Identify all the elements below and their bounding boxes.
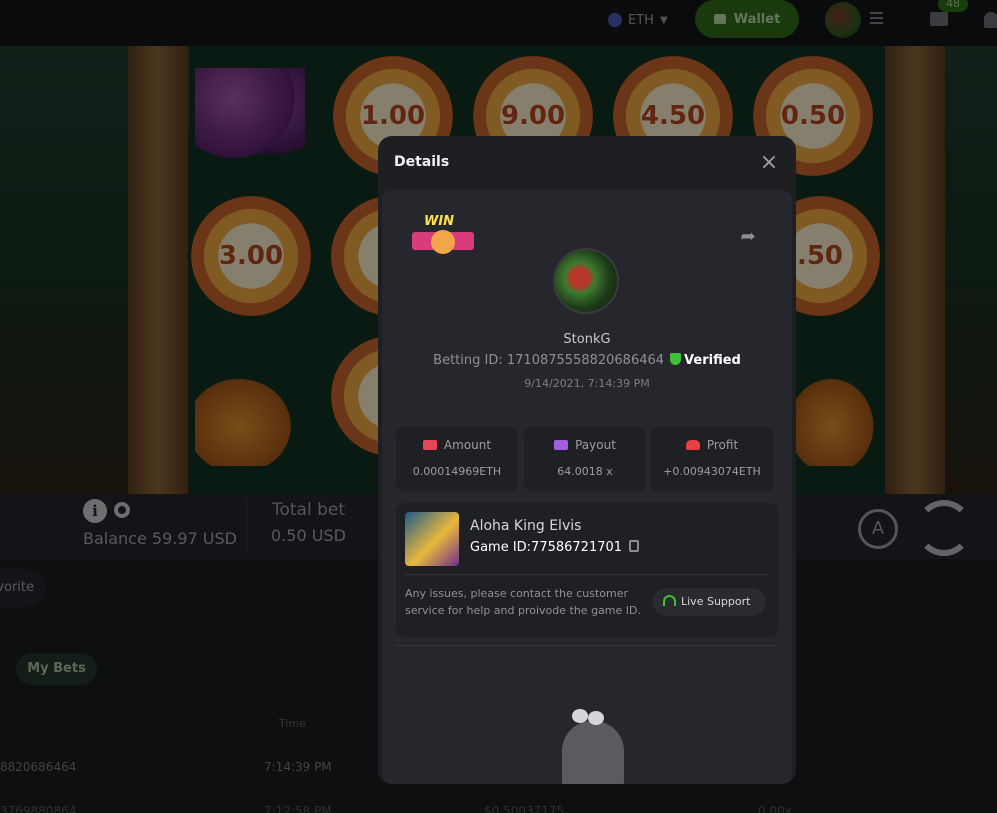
game-id: Game ID:77586721701 bbox=[470, 540, 623, 555]
bet-details-modal: Details × WIN ➦ StonkG Betting ID: 17108… bbox=[378, 136, 796, 784]
mascot-body bbox=[562, 721, 624, 784]
share-icon[interactable]: ➦ bbox=[736, 226, 760, 247]
shield-check-icon bbox=[670, 353, 682, 365]
modal-title: Details bbox=[394, 154, 450, 170]
win-badge: WIN bbox=[410, 214, 476, 264]
star-icon bbox=[431, 230, 455, 254]
amount-value: 0.00014969ETH bbox=[412, 465, 502, 478]
profit-label: Profit bbox=[706, 438, 739, 452]
payout-value: 64.0018 x bbox=[557, 465, 613, 478]
game-id-row: Game ID:77586721701 bbox=[470, 540, 640, 555]
bet-timestamp: 9/14/2021, 7:14:39 PM bbox=[524, 377, 650, 390]
headset-icon bbox=[663, 595, 676, 606]
details-card: WIN ➦ StonkG Betting ID: 171087555882068… bbox=[382, 190, 792, 784]
crocodile-mascot bbox=[542, 707, 632, 784]
player-username: StonkG bbox=[563, 332, 611, 347]
mascot-eye bbox=[588, 711, 604, 725]
betting-id-row: Betting ID: 1710875558820686464 Verified bbox=[382, 353, 792, 368]
mascot-eye bbox=[572, 709, 588, 723]
amount-icon bbox=[422, 440, 437, 450]
betting-id: Betting ID: 1710875558820686464 bbox=[433, 353, 665, 368]
win-label: WIN bbox=[424, 214, 455, 229]
payout-label-row: Payout bbox=[524, 438, 646, 452]
divider bbox=[405, 574, 769, 575]
amount-label-row: Amount bbox=[396, 438, 518, 452]
support-note: Any issues, please contact the customer … bbox=[405, 587, 641, 617]
game-name[interactable]: Aloha King Elvis bbox=[470, 518, 581, 534]
divider bbox=[396, 645, 778, 646]
live-support-button[interactable]: Live Support bbox=[653, 588, 766, 616]
player-avatar bbox=[553, 248, 619, 314]
profit-stat: Profit +0.00943074ETH bbox=[651, 426, 773, 492]
profit-value: +0.00943074ETH bbox=[663, 465, 761, 478]
game-info-box: Aloha King Elvis Game ID:77586721701 Any… bbox=[396, 503, 778, 637]
payout-stat: Payout 64.0018 x bbox=[524, 426, 646, 492]
game-thumbnail[interactable] bbox=[405, 512, 459, 566]
profit-label-row: Profit bbox=[651, 438, 773, 452]
copy-icon[interactable] bbox=[629, 540, 640, 552]
close-icon[interactable]: × bbox=[759, 152, 779, 174]
page: ETH ▼ Wallet 48 1.00 9.00 4.50 0.50 3.00… bbox=[0, 0, 997, 813]
amount-stat: Amount 0.00014969ETH bbox=[396, 426, 518, 492]
live-support-label: Live Support bbox=[681, 595, 751, 608]
profit-icon bbox=[685, 440, 700, 450]
verified-label: Verified bbox=[684, 353, 741, 368]
payout-label: Payout bbox=[575, 438, 616, 452]
amount-label: Amount bbox=[443, 438, 492, 452]
payout-icon bbox=[554, 440, 569, 450]
